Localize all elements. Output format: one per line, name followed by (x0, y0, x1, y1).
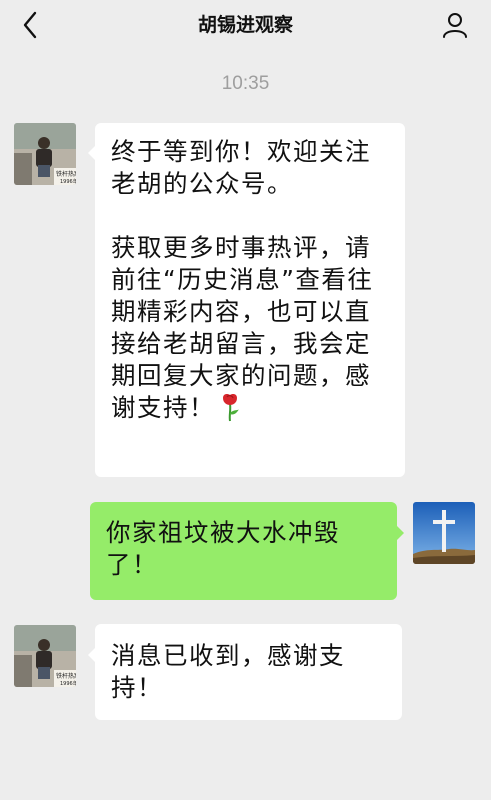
official-account-avatar[interactable]: 铁杆热窝 1996年 (14, 123, 76, 185)
avatar-photo: 铁杆热窝 1996年 (14, 625, 76, 687)
person-icon (443, 13, 467, 38)
message-text: 消息已收到，感谢支持！ (111, 641, 345, 702)
svg-text:1996年: 1996年 (60, 178, 76, 185)
page-title: 胡锡进观察 (197, 14, 293, 36)
bubble-tail (88, 146, 95, 160)
chevron-left-icon (23, 11, 37, 39)
svg-text:铁杆热窝: 铁杆热窝 (56, 672, 76, 680)
svg-text:铁杆热窝: 铁杆热窝 (56, 170, 76, 178)
message-text: 获取更多时事热评，请前往“历史消息”查看往期精彩内容，也可以直接给老胡留言，我会… (111, 233, 374, 422)
chat-header: 胡锡进观察 (0, 0, 491, 52)
official-account-avatar[interactable]: 铁杆热窝 1996年 (14, 625, 76, 687)
message-timestamp: 10:35 (221, 73, 270, 94)
avatar-photo: 铁杆热窝 1996年 (14, 123, 76, 185)
message-bubble-outgoing[interactable]: 你家祖坟被大水冲毁了！ (90, 502, 397, 600)
profile-button[interactable] (439, 9, 471, 41)
message-text: 终于等到你！欢迎关注老胡的公众号。 (111, 137, 371, 198)
my-avatar[interactable] (413, 502, 475, 564)
message-bubble-incoming[interactable]: 终于等到你！欢迎关注老胡的公众号。 获取更多时事热评，请前往“历史消息”查看往期… (95, 123, 405, 477)
svg-text:1996年: 1996年 (60, 680, 76, 687)
bubble-tail (397, 526, 404, 540)
back-button[interactable] (14, 8, 46, 42)
message-text: 你家祖坟被大水冲毁了！ (106, 518, 340, 579)
rose-icon (219, 392, 241, 430)
avatar-photo (413, 502, 475, 564)
message-bubble-incoming[interactable]: 消息已收到，感谢支持！ (95, 624, 402, 720)
bubble-tail (88, 648, 95, 662)
